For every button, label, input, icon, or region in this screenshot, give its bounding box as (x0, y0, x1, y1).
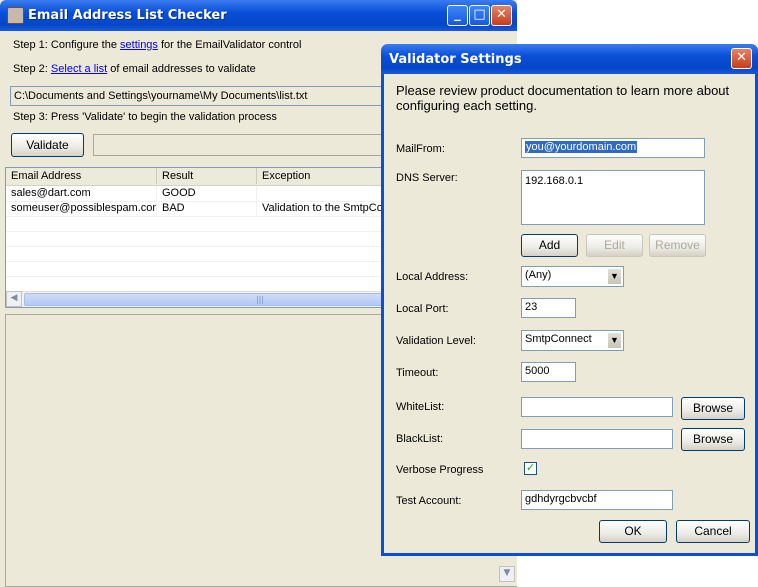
local-address-label: Local Address: (396, 271, 469, 283)
verbose-progress-checkbox[interactable]: ✓ (524, 462, 537, 475)
blacklist-field[interactable] (521, 429, 673, 449)
mailfrom-field[interactable]: you@yourdomain.com (521, 138, 705, 158)
cell-result: GOOD (157, 186, 257, 201)
validation-level-label: Validation Level: (396, 335, 476, 347)
step2-prefix: Step 2: (13, 63, 51, 75)
step2-suffix: of email addresses to validate (107, 63, 256, 75)
cell-result: BAD (157, 201, 257, 216)
window-title: Email Address List Checker (28, 8, 227, 23)
whitelist-label: WhiteList: (396, 401, 445, 413)
validation-level-select[interactable]: SmtpConnect ▼ (521, 330, 624, 351)
close-button[interactable]: ✕ (491, 5, 512, 26)
dialog-close-button[interactable]: ✕ (731, 48, 752, 69)
whitelist-browse-button[interactable]: Browse (681, 397, 745, 420)
column-email-address[interactable]: Email Address (6, 168, 157, 184)
verbose-progress-label: Verbose Progress (396, 464, 484, 476)
blacklist-browse-button[interactable]: Browse (681, 428, 745, 451)
mailfrom-value: you@yourdomain.com (525, 141, 638, 153)
validation-level-value: SmtpConnect (525, 333, 592, 345)
list-item[interactable]: 192.168.0.1 (525, 175, 701, 187)
remove-button[interactable]: Remove (649, 234, 706, 257)
arrow-down-icon[interactable]: ▼ (499, 566, 515, 582)
local-address-value: (Any) (525, 269, 552, 281)
column-result[interactable]: Result (157, 168, 257, 184)
add-button[interactable]: Add (521, 234, 578, 257)
ok-button[interactable]: OK (599, 520, 667, 543)
minimize-button[interactable]: _ (447, 5, 468, 26)
dns-server-label: DNS Server: (396, 172, 458, 184)
validate-button[interactable]: Validate (11, 133, 84, 157)
test-account-label: Test Account: (396, 495, 462, 507)
dialog-title: Validator Settings (389, 52, 522, 67)
validator-settings-dialog: Validator Settings ✕ Please review produ… (381, 44, 758, 556)
cell-email: someuser@possiblespam.com (6, 201, 157, 216)
maximize-button[interactable]: □ (469, 5, 490, 26)
step1-prefix: Step 1: Configure the (13, 39, 121, 51)
settings-link[interactable]: settings (120, 39, 158, 51)
chevron-down-icon[interactable]: ▼ (607, 332, 622, 349)
scroll-grip-icon: ||| (255, 295, 265, 304)
timeout-label: Timeout: (396, 367, 439, 379)
main-title-bar[interactable]: Email Address List Checker _ □ ✕ (0, 0, 517, 31)
step1-text: Step 1: Configure the settings for the E… (13, 39, 301, 51)
checkmark-icon: ✓ (525, 461, 536, 474)
step3-text: Step 3: Press 'Validate' to begin the va… (13, 111, 277, 123)
timeout-field[interactable]: 5000 (521, 362, 576, 382)
cell-email: sales@dart.com (6, 186, 157, 201)
cancel-button[interactable]: Cancel (676, 520, 750, 543)
local-port-field[interactable]: 23 (521, 298, 576, 318)
whitelist-field[interactable] (521, 397, 673, 417)
envelope-check-icon (7, 7, 24, 24)
blacklist-label: BlackList: (396, 433, 444, 445)
arrow-left-icon[interactable]: ◀ (6, 291, 22, 307)
dialog-title-bar[interactable]: Validator Settings ✕ (381, 44, 758, 74)
mailfrom-label: MailFrom: (396, 143, 445, 155)
step2-text: Step 2: Select a list of email addresses… (13, 63, 256, 75)
dns-server-list[interactable]: 192.168.0.1 (521, 170, 705, 225)
test-account-field[interactable]: gdhdyrgcbvcbf (521, 490, 673, 510)
intro-text: Please review product documentation to l… (396, 83, 730, 113)
select-list-link[interactable]: Select a list (51, 63, 107, 75)
step1-suffix: for the EmailValidator control (157, 39, 302, 51)
chevron-down-icon[interactable]: ▼ (607, 268, 622, 285)
local-port-label: Local Port: (396, 303, 449, 315)
local-address-select[interactable]: (Any) ▼ (521, 266, 624, 287)
edit-button[interactable]: Edit (586, 234, 643, 257)
